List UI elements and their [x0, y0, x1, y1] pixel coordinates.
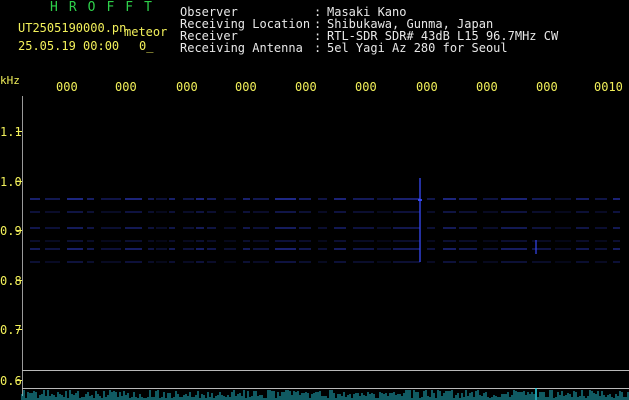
- spectrum-strip: [21, 388, 629, 400]
- signal-traces: [30, 198, 620, 263]
- waterfall-svg: [21, 178, 629, 400]
